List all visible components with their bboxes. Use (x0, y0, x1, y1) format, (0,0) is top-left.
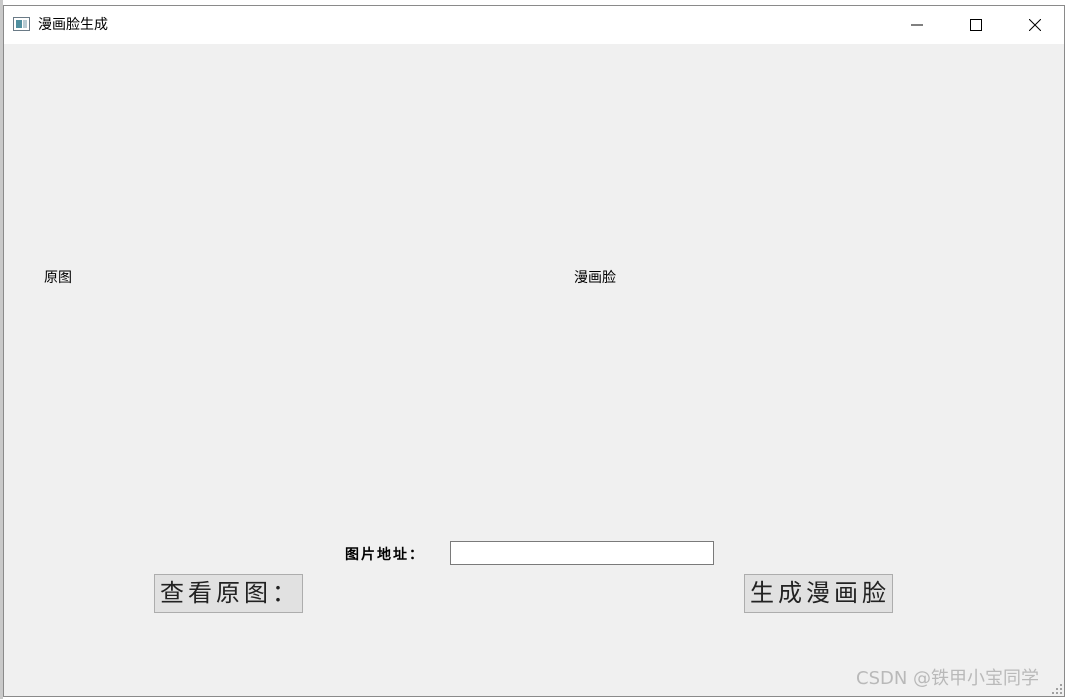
close-button[interactable] (1006, 6, 1064, 44)
window-title: 漫画脸生成 (38, 17, 108, 33)
app-window-icon (13, 17, 30, 31)
maximize-button[interactable] (947, 6, 1005, 44)
app-window: 漫画脸生成 原图 漫画脸 图片地址： 查看原图： 生成漫画脸 (3, 5, 1065, 697)
original-image-label: 原图 (44, 270, 72, 286)
generate-cartoon-button[interactable]: 生成漫画脸 (744, 574, 893, 613)
close-icon (1029, 19, 1041, 31)
watermark-text: CSDN @铁甲小宝同学 (856, 668, 1040, 689)
resize-grip-icon[interactable] (1052, 684, 1062, 694)
maximize-icon (970, 19, 982, 31)
cartoon-face-label: 漫画脸 (574, 270, 616, 286)
image-path-label: 图片地址： (345, 547, 425, 563)
view-original-button[interactable]: 查看原图： (154, 574, 303, 613)
minimize-button[interactable] (888, 6, 946, 44)
image-path-input[interactable] (450, 541, 714, 565)
title-bar[interactable]: 漫画脸生成 (4, 6, 1064, 44)
minimize-icon (911, 24, 923, 26)
